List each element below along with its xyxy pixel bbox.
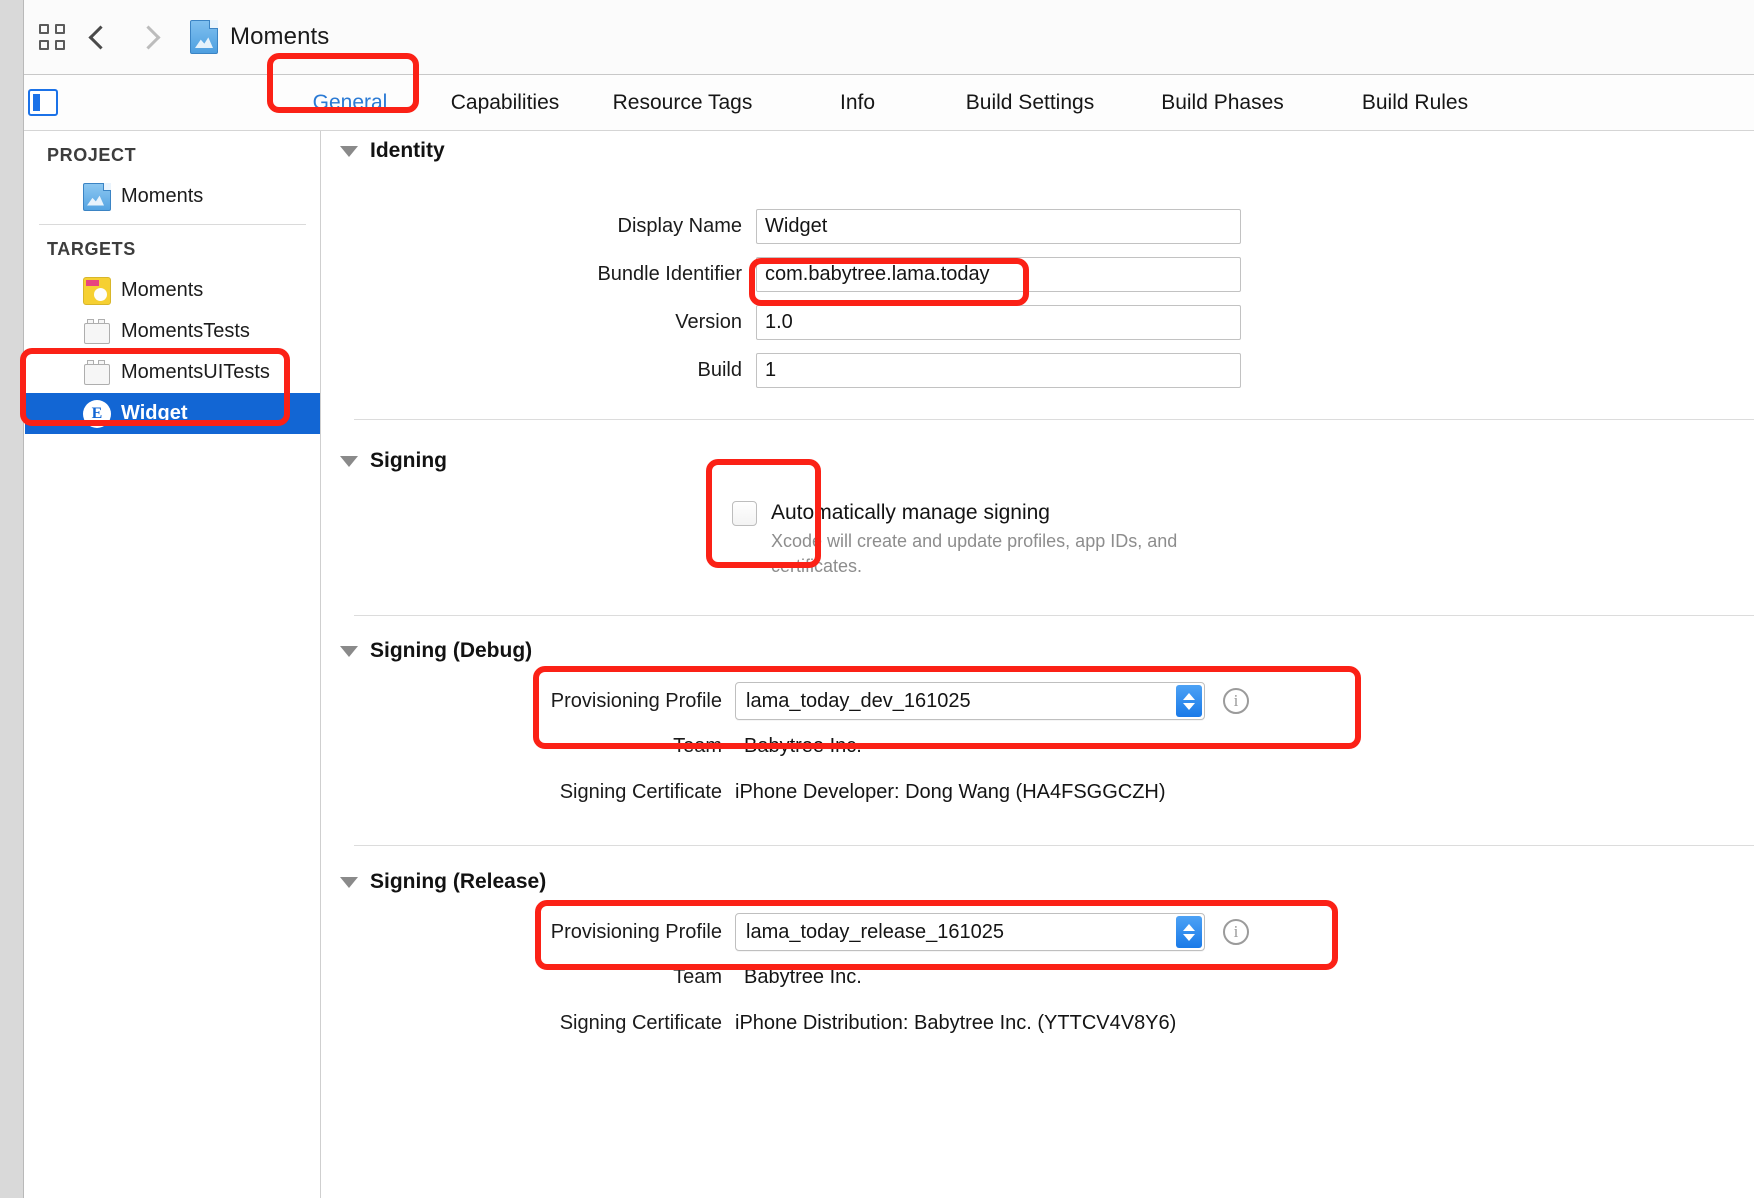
- debug-provisioning-profile-row: Provisioning Profile lama_today_dev_1610…: [322, 682, 1249, 720]
- tab-build-settings[interactable]: Build Settings: [935, 91, 1125, 115]
- debug-team-value: Babytree Inc.: [744, 735, 862, 757]
- sidebar-item-label: MomentsUITests: [121, 361, 270, 383]
- disclosure-triangle-icon[interactable]: [340, 645, 358, 657]
- tab-build-phases[interactable]: Build Phases: [1125, 91, 1320, 115]
- sidebar-section-project: PROJECT: [47, 145, 137, 165]
- tab-info[interactable]: Info: [780, 91, 935, 115]
- tab-general[interactable]: General: [275, 91, 425, 115]
- toolbar-left-gutter: [0, 0, 24, 75]
- section-title-text: Signing: [370, 449, 447, 472]
- target-list-sidebar: PROJECT Moments TARGETS Moments MomentsT…: [0, 131, 321, 1198]
- chevron-updown-icon[interactable]: [1176, 916, 1202, 948]
- release-team-row: Team Babytree Inc.: [322, 966, 862, 989]
- version-label: Version: [675, 311, 742, 333]
- debug-team-label: Team: [673, 735, 722, 757]
- tab-list: General Capabilities Resource Tags Info …: [275, 75, 1510, 131]
- bundle-identifier-label: Bundle Identifier: [597, 263, 742, 285]
- release-provisioning-profile-label: Provisioning Profile: [550, 920, 722, 943]
- release-certificate-row: Signing Certificate iPhone Distribution:…: [322, 1012, 1177, 1035]
- divider-after-signing: [354, 615, 1754, 616]
- display-name-input[interactable]: Widget: [756, 209, 1241, 244]
- app-target-icon: [83, 276, 111, 305]
- release-provisioning-profile-row: Provisioning Profile lama_today_release_…: [322, 913, 1249, 951]
- debug-team-row: Team Babytree Inc.: [322, 735, 862, 758]
- signing-release-section-header[interactable]: Signing (Release): [340, 870, 546, 894]
- automatically-manage-signing-label[interactable]: Automatically manage signing: [771, 501, 1201, 525]
- sidebar-item-project-moments[interactable]: Moments: [25, 176, 320, 217]
- editor-tab-bar: General Capabilities Resource Tags Info …: [0, 75, 1754, 131]
- sidebar-item-target-moments[interactable]: Moments: [25, 270, 320, 311]
- debug-certificate-row: Signing Certificate iPhone Developer: Do…: [322, 781, 1166, 804]
- release-team-value: Babytree Inc.: [744, 966, 862, 988]
- sidebar-item-label: Moments: [121, 185, 204, 207]
- sidebar-item-label: Widget: [121, 402, 188, 424]
- debug-provisioning-profile-label: Provisioning Profile: [550, 689, 722, 712]
- top-toolbar: Moments: [0, 0, 1754, 75]
- disclosure-triangle-icon[interactable]: [340, 876, 358, 888]
- sidebar-item-label: MomentsTests: [121, 320, 250, 342]
- grid-icon: [39, 24, 65, 50]
- tab-build-rules[interactable]: Build Rules: [1320, 91, 1510, 115]
- build-row: Build 1: [322, 353, 1252, 388]
- divider-after-signing-debug: [354, 845, 1754, 846]
- section-title-text: Signing (Release): [370, 870, 547, 893]
- sidebar-item-label: Moments: [121, 279, 204, 301]
- identity-section-header[interactable]: Identity: [340, 139, 445, 163]
- sidebar-section-targets: TARGETS: [47, 239, 136, 259]
- section-title-text: Signing (Debug): [370, 639, 533, 662]
- extension-target-icon: E: [83, 399, 111, 428]
- version-input[interactable]: 1.0: [756, 305, 1241, 340]
- info-icon[interactable]: i: [1223, 919, 1249, 945]
- back-button[interactable]: [76, 13, 124, 61]
- chevron-right-icon: [135, 24, 161, 50]
- version-row: Version 1.0: [322, 305, 1252, 340]
- tab-capabilities[interactable]: Capabilities: [425, 91, 585, 115]
- grid-view-button[interactable]: [28, 13, 76, 61]
- automatic-signing-description: Xcode will create and update profiles, a…: [771, 531, 1178, 576]
- debug-provisioning-profile-select[interactable]: lama_today_dev_161025: [735, 682, 1205, 720]
- automatic-signing-group: Automatically manage signing Xcode will …: [732, 501, 1201, 579]
- divider-after-identity: [354, 419, 1754, 420]
- disclosure-triangle-icon[interactable]: [340, 455, 358, 467]
- forward-button[interactable]: [124, 13, 172, 61]
- breadcrumb-project-title[interactable]: Moments: [230, 23, 329, 51]
- selected-value: lama_today_dev_161025: [746, 689, 971, 712]
- debug-certificate-label: Signing Certificate: [559, 781, 722, 803]
- xcode-project-icon: [83, 182, 111, 211]
- info-icon[interactable]: i: [1223, 688, 1249, 714]
- test-bundle-icon: [83, 359, 111, 387]
- build-input[interactable]: 1: [756, 353, 1241, 388]
- release-certificate-value: iPhone Distribution: Babytree Inc. (YTTC…: [735, 1012, 1177, 1034]
- bundle-identifier-row: Bundle Identifier com.babytree.lama.toda…: [322, 257, 1252, 292]
- section-title-text: Identity: [370, 139, 445, 162]
- sidebar-item-target-widget[interactable]: E Widget: [25, 393, 320, 434]
- release-certificate-label: Signing Certificate: [559, 1012, 722, 1034]
- bundle-identifier-input[interactable]: com.babytree.lama.today: [756, 257, 1241, 292]
- release-team-label: Team: [673, 966, 722, 988]
- signing-debug-section-header[interactable]: Signing (Debug): [340, 639, 532, 663]
- tabbar-left-gutter: [0, 75, 24, 131]
- chevron-left-icon: [87, 24, 113, 50]
- tab-resource-tags[interactable]: Resource Tags: [585, 91, 780, 115]
- general-settings-pane: Identity Display Name Widget Bundle Iden…: [322, 131, 1754, 1198]
- sidebar-left-gutter: [0, 131, 24, 1198]
- test-bundle-icon: [83, 318, 111, 346]
- sidebar-item-target-momentstests[interactable]: MomentsTests: [25, 311, 320, 352]
- build-label: Build: [697, 359, 742, 381]
- navigator-toggle-icon[interactable]: [28, 89, 58, 116]
- xcode-target-editor-window: Moments General Capabilities Resource Ta…: [0, 0, 1754, 1198]
- sidebar-divider: [39, 224, 306, 225]
- debug-certificate-value: iPhone Developer: Dong Wang (HA4FSGGCZH): [735, 781, 1166, 803]
- chevron-updown-icon[interactable]: [1176, 685, 1202, 717]
- signing-section-header[interactable]: Signing: [340, 449, 447, 473]
- xcode-project-icon: [190, 20, 218, 54]
- display-name-label: Display Name: [617, 215, 742, 237]
- selected-value: lama_today_release_161025: [746, 920, 1004, 943]
- display-name-row: Display Name Widget: [322, 209, 1252, 244]
- disclosure-triangle-icon[interactable]: [340, 145, 358, 157]
- release-provisioning-profile-select[interactable]: lama_today_release_161025: [735, 913, 1205, 951]
- sidebar-item-target-momentsuitests[interactable]: MomentsUITests: [25, 352, 320, 393]
- automatically-manage-signing-checkbox[interactable]: [732, 501, 757, 526]
